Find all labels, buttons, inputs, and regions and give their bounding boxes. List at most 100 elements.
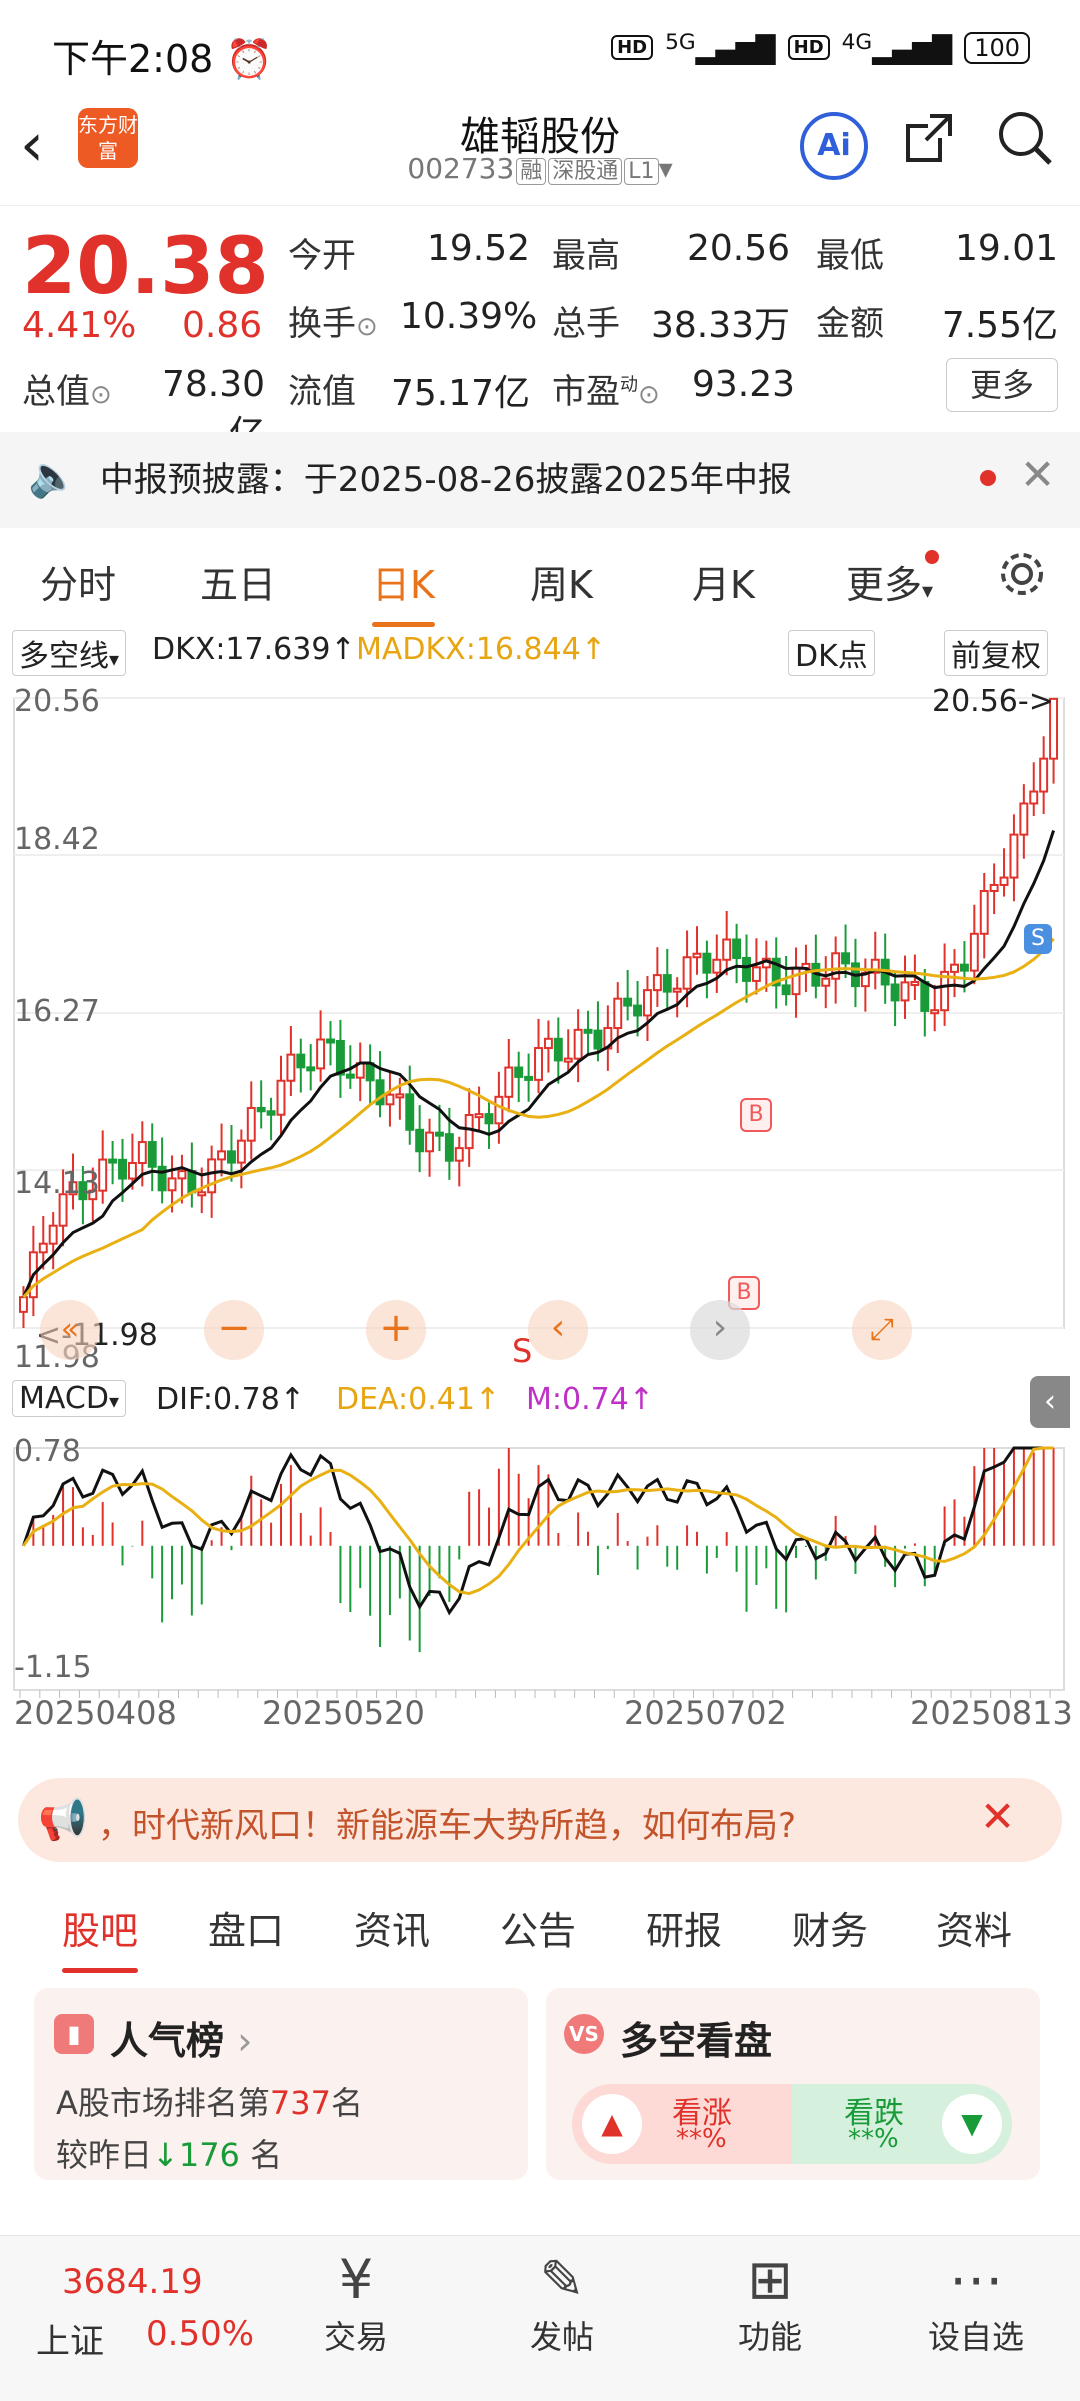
candle-body	[256, 1106, 266, 1113]
nav-trade[interactable]: ¥ 交易	[286, 2248, 426, 2358]
tag-margin: 融	[516, 158, 547, 185]
status-bar: 下午2:08 ⏰ HD 5G▂▄▆█ HD 4G▂▄▆█ 100	[0, 0, 1080, 100]
nav-add-watchlist[interactable]: ⋯ 设自选	[906, 2248, 1046, 2358]
buy-marker-2[interactable]: B	[740, 1098, 772, 1132]
settings-gear-icon[interactable]	[996, 548, 1048, 609]
candle-body	[395, 1093, 405, 1099]
candle-body	[207, 1158, 217, 1194]
tab-forum[interactable]: 股吧	[62, 1900, 139, 1973]
vote-down-button[interactable]: 看跌 **% ▼	[792, 2084, 1012, 2164]
close-icon[interactable]: ✕	[1020, 450, 1055, 499]
tab-intraday[interactable]: 分时	[40, 554, 116, 609]
candle-body	[1019, 802, 1029, 836]
value-pe: 93.23	[691, 364, 795, 405]
scroll-left-icon[interactable]: «	[40, 1300, 100, 1360]
change-amount: 0.86	[182, 305, 263, 346]
candle-body	[702, 952, 712, 974]
candle-body	[712, 958, 722, 974]
tab-monthly-k[interactable]: 月K	[692, 554, 755, 609]
banner-close-icon[interactable]: ✕	[980, 1792, 1015, 1841]
candle-body	[345, 1073, 355, 1079]
candle-body	[890, 983, 900, 1002]
stock-code: 002733	[407, 152, 515, 185]
candle-body	[187, 1170, 197, 1194]
candle-body	[236, 1139, 246, 1164]
nav-post[interactable]: ✎ 发帖	[492, 2248, 632, 2358]
macd-select[interactable]: MACD▾	[12, 1380, 126, 1417]
kline-chart[interactable]: 多空线▾ DKX:17.639↑ MADKX:16.844↑ DK点 前复权 2…	[0, 628, 1080, 1748]
tab-financials[interactable]: 财务	[792, 1900, 868, 1955]
candle-body	[425, 1131, 435, 1153]
collapse-panel-icon[interactable]: ‹	[1030, 1376, 1070, 1428]
madkx-value: MADKX:16.844↑	[356, 632, 606, 667]
vs-icon: VS	[564, 2014, 604, 2054]
kline-svg[interactable]	[0, 678, 1080, 1698]
caret-down-icon: ▾	[658, 152, 673, 185]
candle-body	[504, 1066, 514, 1098]
search-icon[interactable]	[995, 108, 1055, 182]
edit-icon: ✎	[539, 2248, 585, 2311]
candle-body	[266, 1110, 276, 1116]
tab-five-day[interactable]: 五日	[200, 554, 276, 609]
candle-body	[543, 1037, 553, 1050]
tab-announcements[interactable]: 公告	[500, 1900, 576, 1955]
candle-body	[227, 1150, 236, 1164]
vote-down-pct: **%	[848, 2124, 899, 2154]
candle-body	[435, 1131, 444, 1137]
tab-research[interactable]: 研报	[646, 1900, 722, 1955]
macd-dea: DEA:0.41↑	[336, 1382, 501, 1417]
candle-body	[454, 1147, 464, 1162]
candle-body	[118, 1158, 127, 1180]
index-name: 上证	[36, 2322, 104, 2362]
tab-weekly-k[interactable]: 周K	[530, 554, 593, 609]
next-icon[interactable]: ›	[690, 1300, 750, 1360]
candle-body	[989, 883, 999, 893]
candle-body	[316, 1038, 326, 1070]
adjust-button[interactable]: 前复权	[944, 630, 1048, 676]
candle-body	[979, 890, 989, 935]
unread-dot	[980, 470, 996, 486]
candle-body	[474, 1113, 484, 1119]
popularity-card[interactable]: ▮ 人气榜 › A股市场排名第737名 较昨日↓176 名	[34, 1988, 528, 2180]
candle-body	[197, 1191, 207, 1197]
sell-marker[interactable]: S	[1024, 924, 1052, 954]
zoom-out-icon[interactable]: −	[204, 1300, 264, 1360]
tab-daily-k[interactable]: 日K	[372, 554, 435, 627]
candle-body	[514, 1066, 524, 1078]
dkx-value: DKX:17.639↑	[152, 632, 356, 667]
fullscreen-icon[interactable]: ⤢	[852, 1300, 912, 1360]
tab-news[interactable]: 资讯	[354, 1900, 430, 1955]
dk-point-button[interactable]: DK点	[788, 630, 875, 676]
megaphone-icon: 📢	[38, 1797, 88, 1843]
date-tick-2: 20250520	[262, 1694, 425, 1732]
index-ticker[interactable]: 3684.19 上证 0.50%	[0, 2236, 254, 2401]
candle-body	[286, 1053, 296, 1082]
down-arrow-icon: ▼	[942, 2094, 1002, 2154]
candle-body	[781, 984, 791, 996]
promo-banner[interactable]: 📢 ，时代新风口！新能源车大势所趋，如何布局? ✕	[18, 1778, 1062, 1862]
grid-icon: ⊞	[747, 2248, 793, 2311]
notice-bar[interactable]: 🔈 中报预披露：于2025-08-26披露2025年中报 ✕	[0, 432, 1080, 528]
macd-bottom: -1.15	[14, 1650, 92, 1685]
share-icon[interactable]	[900, 108, 960, 182]
battery-icon: 100	[964, 31, 1030, 64]
candle-body	[553, 1037, 563, 1062]
tab-orderbook[interactable]: 盘口	[208, 1900, 284, 1955]
tab-profile[interactable]: 资料	[936, 1900, 1012, 1955]
more-quote-button[interactable]: 更多	[946, 358, 1058, 412]
vote-up-button[interactable]: ▲ 看涨 **%	[572, 2084, 792, 2164]
ai-button[interactable]: Ai	[800, 112, 868, 180]
candle-body	[672, 987, 682, 993]
candle-body	[930, 1009, 940, 1015]
candle-body	[494, 1095, 504, 1125]
signal-4g-icon: 4G▂▄▆█	[841, 30, 953, 66]
zoom-in-icon[interactable]: +	[366, 1300, 426, 1360]
bottom-nav: 3684.19 上证 0.50% ¥ 交易 ✎ 发帖 ⊞ 功能 ⋯ 设自选	[0, 2235, 1080, 2401]
prev-icon[interactable]: ‹	[528, 1300, 588, 1360]
nav-functions[interactable]: ⊞ 功能	[700, 2248, 840, 2358]
label-turnover: 换手⊙	[288, 304, 378, 344]
indicator-select[interactable]: 多空线▾	[12, 630, 127, 676]
popularity-title: 人气榜 ›	[110, 2019, 253, 2063]
tab-more[interactable]: 更多▾	[846, 550, 940, 609]
candle-body	[692, 952, 702, 959]
